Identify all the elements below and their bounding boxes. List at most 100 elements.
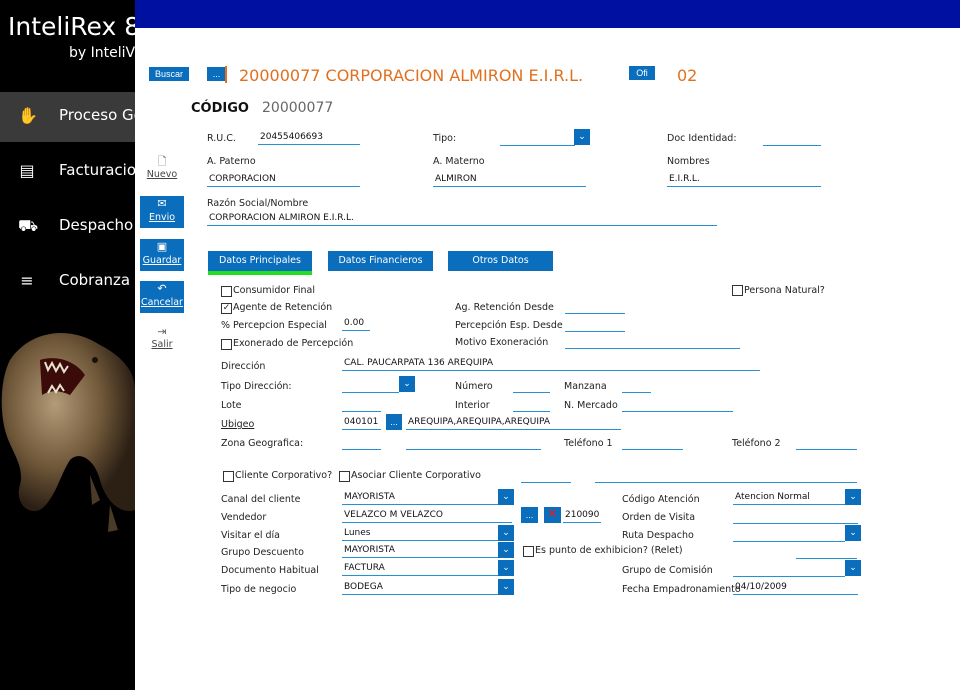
tipo-select[interactable] — [500, 131, 575, 146]
vendedor-field[interactable]: VELAZCO M VELAZCO — [342, 509, 512, 523]
asociar-corporativo-checkbox[interactable] — [339, 471, 350, 482]
tab-datos-financieros[interactable]: Datos Financieros — [328, 251, 433, 271]
send-icon: ✉ — [157, 197, 167, 210]
corporativo-code-field[interactable] — [521, 468, 571, 483]
razon-field[interactable]: CORPORACION ALMIRON E.I.R.L. — [207, 212, 717, 226]
orden-visita-field[interactable] — [733, 509, 858, 524]
sidebar-item-proceso[interactable]: ✋ Proceso Ge — [0, 92, 143, 142]
n-mercado-label: N. Mercado — [564, 400, 618, 411]
ag-retencion-desde-field[interactable] — [565, 299, 625, 314]
chevron-down-icon[interactable]: ⌄ — [574, 129, 590, 145]
chevron-down-icon[interactable]: ⌄ — [498, 579, 514, 595]
chevron-down-icon[interactable]: ⌄ — [845, 525, 861, 541]
direccion-field[interactable]: CAL. PAUCARPATA 136 AREQUIPA — [342, 357, 760, 371]
ubigeo-text-field[interactable]: AREQUIPA,AREQUIPA,AREQUIPA — [406, 416, 621, 430]
telefono2-field[interactable] — [796, 435, 857, 450]
punto-exhibicion-label: Es punto de exhibicion? (Relet) — [535, 545, 683, 556]
ruta-despacho-select[interactable] — [733, 527, 845, 542]
agente-retencion-checkbox[interactable]: ✓ — [221, 303, 232, 314]
clear-vendedor-icon[interactable]: ✕ — [544, 507, 561, 523]
chevron-down-icon[interactable]: ⌄ — [498, 542, 514, 558]
sidebar-item-label: Cobranza — [59, 271, 131, 289]
ubigeo-lookup-button[interactable]: ... — [386, 414, 402, 430]
doc-identidad-field[interactable] — [763, 131, 821, 146]
codigo-value: 20000077 — [262, 100, 334, 116]
documento-habitual-select[interactable]: FACTURA — [342, 562, 498, 576]
telefono2-label: Teléfono 2 — [732, 438, 781, 449]
n-mercado-field[interactable] — [622, 397, 733, 412]
salir-button[interactable]: ⇥ Salir — [135, 325, 189, 350]
ubigeo-code-field[interactable]: 040101 — [342, 416, 381, 430]
cancelar-label: Cancelar — [141, 297, 183, 308]
numero-field[interactable] — [513, 378, 550, 393]
sidebar-item-despacho[interactable]: ⛟ Despacho — [0, 202, 135, 252]
vendedor-code-field[interactable]: 210090 — [563, 509, 601, 523]
apaterno-field[interactable]: CORPORACION — [207, 173, 360, 187]
perc-esp-desde-label: Percepción Esp. Desde — [455, 320, 563, 331]
apaterno-label: A. Paterno — [207, 156, 256, 167]
chevron-down-icon[interactable]: ⌄ — [399, 376, 415, 392]
envio-label: Envio — [148, 212, 176, 223]
vendedor-lookup-button[interactable]: ... — [521, 507, 538, 523]
ruta-despacho-label: Ruta Despacho — [622, 530, 694, 541]
save-icon: ▣ — [156, 240, 168, 253]
nuevo-button[interactable]: 🗋 Nuevo — [135, 155, 189, 180]
chevron-down-icon[interactable]: ⌄ — [845, 489, 861, 505]
persona-natural-checkbox[interactable] — [732, 285, 743, 296]
vendedor-label: Vendedor — [221, 512, 267, 523]
tipo-direccion-select[interactable] — [342, 378, 399, 393]
manzana-field[interactable] — [622, 378, 651, 393]
fecha-empadronamiento-field[interactable]: 04/10/2009 — [733, 581, 858, 595]
ruc-field[interactable]: 20455406693 — [258, 131, 360, 145]
tab-otros-datos[interactable]: Otros Datos — [448, 251, 553, 271]
amaterno-field[interactable]: ALMIRON — [433, 173, 586, 187]
lookup-button[interactable]: ... — [207, 67, 226, 81]
cliente-corporativo-label: Cliente Corporativo? — [235, 470, 333, 481]
dinosaur-image — [1, 333, 135, 532]
razon-label: Razón Social/Nombre — [207, 198, 309, 209]
envio-button[interactable]: ✉ Envio — [135, 196, 189, 228]
corporativo-name-field[interactable] — [595, 468, 857, 483]
sidebar-item-label: Despacho — [59, 216, 134, 234]
interior-field[interactable] — [513, 397, 550, 412]
visitar-select[interactable]: Lunes — [342, 527, 498, 541]
percepcion-especial-field[interactable]: 0.00 — [342, 317, 370, 331]
exonerado-label: Exonerado de Percepción — [233, 338, 354, 349]
motivo-field[interactable] — [565, 334, 740, 349]
lote-label: Lote — [221, 400, 242, 411]
tab-datos-principales[interactable]: Datos Principales — [208, 251, 312, 271]
nuevo-label: Nuevo — [146, 169, 178, 180]
zona-code-field[interactable] — [342, 435, 381, 450]
chevron-down-icon[interactable]: ⌄ — [498, 525, 514, 541]
cliente-corporativo-checkbox[interactable] — [223, 471, 234, 482]
consumidor-final-label: Consumidor Final — [233, 285, 315, 296]
ofi-button[interactable]: Ofi — [629, 66, 655, 80]
doc-identidad-label: Doc Identidad: — [667, 133, 737, 144]
grupo-comision-select[interactable] — [733, 562, 845, 577]
telefono1-field[interactable] — [622, 435, 683, 450]
chevron-down-icon[interactable]: ⌄ — [498, 489, 514, 505]
tipo-negocio-select[interactable]: BODEGA — [342, 581, 498, 595]
consumidor-final-checkbox[interactable] — [221, 286, 232, 297]
app-brand-sub: by InteliV — [69, 45, 136, 61]
grupo-descuento-select[interactable]: MAYORISTA — [342, 544, 498, 558]
codigo-atencion-select[interactable]: Atencion Normal — [733, 491, 845, 505]
window-title-bar — [135, 0, 960, 28]
canal-select[interactable]: MAYORISTA — [342, 491, 498, 505]
numero-label: Número — [455, 381, 493, 392]
chevron-down-icon[interactable]: ⌄ — [845, 560, 861, 576]
nombres-field[interactable]: E.I.R.L. — [667, 173, 821, 187]
chevron-down-icon[interactable]: ⌄ — [498, 560, 514, 576]
perc-esp-desde-field[interactable] — [565, 317, 625, 332]
punto-exhibicion-field[interactable] — [796, 544, 857, 559]
ofi-value: 02 — [677, 66, 698, 85]
lote-field[interactable] — [342, 397, 381, 412]
sidebar-item-facturacion[interactable]: ▤ Facturacion — [0, 147, 145, 197]
codigo-atencion-label: Código Atención — [622, 494, 700, 505]
exonerado-checkbox[interactable] — [221, 339, 232, 350]
guardar-button[interactable]: ▣ Guardar — [135, 239, 189, 271]
punto-exhibicion-checkbox[interactable] — [523, 546, 534, 557]
zona-text-field[interactable] — [406, 435, 541, 450]
cancelar-button[interactable]: ↶ Cancelar — [135, 281, 189, 313]
buscar-button[interactable]: Buscar — [149, 67, 189, 81]
